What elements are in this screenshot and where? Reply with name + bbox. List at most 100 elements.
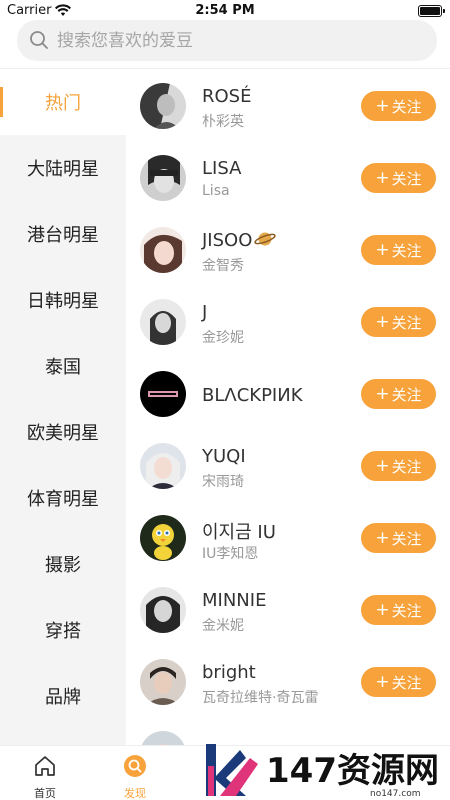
- sidebar-item-photography[interactable]: 摄影: [0, 531, 126, 597]
- plus-icon: +: [375, 600, 390, 620]
- follow-label: 关注: [391, 385, 422, 404]
- list-item[interactable]: ROSÉ 朴彩英 + 关注: [126, 69, 450, 141]
- tab-label: 发现: [124, 787, 146, 800]
- follow-button[interactable]: + 关注: [361, 595, 436, 625]
- avatar: [140, 443, 186, 489]
- list-item[interactable]: LISA Lisa + 关注: [126, 141, 450, 213]
- idol-name: J: [202, 302, 208, 323]
- idol-name: JISOO: [202, 230, 277, 251]
- sidebar-item-hk-tw[interactable]: 港台明星: [0, 201, 126, 267]
- plus-icon: +: [375, 312, 390, 332]
- list-item[interactable]: YUQI 宋雨琦 + 关注: [126, 429, 450, 501]
- sidebar-item-label: 港台明星: [27, 225, 99, 246]
- idol-subname: 金米妮: [202, 618, 244, 634]
- follow-button[interactable]: + 关注: [361, 523, 436, 553]
- battery-icon: [418, 5, 445, 17]
- sidebar-item-label: 大陆明星: [27, 159, 99, 180]
- follow-label: 关注: [391, 97, 422, 116]
- list-item[interactable]: J 金珍妮 + 关注: [126, 285, 450, 357]
- idol-subname: IU李知恩: [202, 546, 259, 562]
- avatar: [140, 371, 186, 417]
- idol-name-text: JISOO: [202, 230, 253, 251]
- clock: 2:54 PM: [195, 3, 255, 18]
- list-item[interactable]: BLΛCKPIИK + 关注: [126, 357, 450, 429]
- list-item[interactable]: JISOO 金智秀 + 关注: [126, 213, 450, 285]
- follow-label: 关注: [391, 529, 422, 548]
- sidebar-item-mainland[interactable]: 大陆明星: [0, 135, 126, 201]
- status-bar: Carrier 2:54 PM: [0, 0, 450, 22]
- idol-name: bright: [202, 662, 256, 683]
- sidebar-item-label: 欧美明星: [27, 423, 99, 444]
- idol-subname: 宋雨琦: [202, 474, 244, 490]
- avatar: [140, 155, 186, 201]
- discover-icon: [124, 755, 146, 777]
- follow-label: 关注: [391, 169, 422, 188]
- search-input[interactable]: [57, 20, 417, 61]
- idol-list: ROSÉ 朴彩英 + 关注 LISA Lisa + 关注 JISOO 金智秀 + 关注…: [126, 69, 450, 745]
- avatar: [140, 299, 186, 345]
- category-sidebar: 热门 大陆明星 港台明星 日韩明星 泰国 欧美明星 体育明星 摄影 穿搭 品牌: [0, 69, 126, 745]
- active-indicator: [0, 87, 3, 117]
- ringed-planet-icon: [254, 232, 277, 246]
- avatar: [140, 587, 186, 633]
- sidebar-item-label: 体育明星: [27, 489, 99, 510]
- plus-icon: +: [375, 168, 390, 188]
- plus-icon: +: [375, 528, 390, 548]
- idol-name: LISA: [202, 158, 242, 179]
- watermark-logo: 147资源网 no147.com: [200, 736, 450, 800]
- sidebar-item-label: 摄影: [45, 555, 81, 576]
- idol-subname: Lisa: [202, 183, 230, 199]
- plus-icon: +: [375, 672, 390, 692]
- idol-subname: 金智秀: [202, 258, 244, 274]
- sidebar-item-label: 热门: [45, 93, 81, 114]
- idol-subname: 金珍妮: [202, 330, 244, 346]
- sidebar-item-brand[interactable]: 品牌: [0, 663, 126, 729]
- idol-subname: 瓦奇拉维特·奇瓦雷: [202, 690, 319, 706]
- svg-text:no147.com: no147.com: [370, 789, 420, 799]
- search-icon: [30, 31, 48, 49]
- follow-label: 关注: [391, 457, 422, 476]
- follow-button[interactable]: + 关注: [361, 163, 436, 193]
- follow-button[interactable]: + 关注: [361, 451, 436, 481]
- search-bar[interactable]: [17, 20, 437, 61]
- tab-discover[interactable]: 发现: [105, 752, 165, 800]
- idol-name: YUQI: [202, 446, 246, 467]
- sidebar-item-thailand[interactable]: 泰国: [0, 333, 126, 399]
- sidebar-item-label: 泰国: [45, 357, 81, 378]
- svg-text:147资源网: 147资源网: [266, 751, 439, 791]
- sidebar-item-sports[interactable]: 体育明星: [0, 465, 126, 531]
- follow-button[interactable]: + 关注: [361, 235, 436, 265]
- follow-button[interactable]: + 关注: [361, 307, 436, 337]
- tab-home[interactable]: 首页: [15, 752, 75, 800]
- plus-icon: +: [375, 456, 390, 476]
- follow-label: 关注: [391, 313, 422, 332]
- follow-label: 关注: [391, 601, 422, 620]
- follow-button[interactable]: + 关注: [361, 667, 436, 697]
- list-item[interactable]: bright 瓦奇拉维特·奇瓦雷 + 关注: [126, 645, 450, 717]
- sidebar-item-western[interactable]: 欧美明星: [0, 399, 126, 465]
- follow-button[interactable]: + 关注: [361, 91, 436, 121]
- list-item[interactable]: MINNIE 金米妮 + 关注: [126, 573, 450, 645]
- idol-name: BLΛCKPIИK: [202, 385, 303, 406]
- avatar: [140, 227, 186, 273]
- home-icon: [35, 756, 55, 776]
- avatar: [140, 731, 186, 745]
- idol-name: 이지금 IU: [202, 522, 276, 543]
- follow-label: 关注: [391, 673, 422, 692]
- follow-label: 关注: [391, 241, 422, 260]
- avatar: [140, 515, 186, 561]
- idol-subname: 朴彩英: [202, 114, 244, 130]
- avatar: [140, 659, 186, 705]
- list-item[interactable]: 이지금 IU IU李知恩 + 关注: [126, 501, 450, 573]
- sidebar-item-label: 穿搭: [45, 621, 81, 642]
- idol-name: ROSÉ: [202, 86, 252, 107]
- sidebar-item-label: 品牌: [45, 687, 81, 708]
- plus-icon: +: [375, 384, 390, 404]
- avatar: [140, 83, 186, 129]
- plus-icon: +: [375, 96, 390, 116]
- sidebar-item-label: 日韩明星: [27, 291, 99, 312]
- sidebar-item-fashion[interactable]: 穿搭: [0, 597, 126, 663]
- follow-button[interactable]: + 关注: [361, 379, 436, 409]
- sidebar-item-jp-kr[interactable]: 日韩明星: [0, 267, 126, 333]
- sidebar-item-hot[interactable]: 热门: [0, 69, 126, 135]
